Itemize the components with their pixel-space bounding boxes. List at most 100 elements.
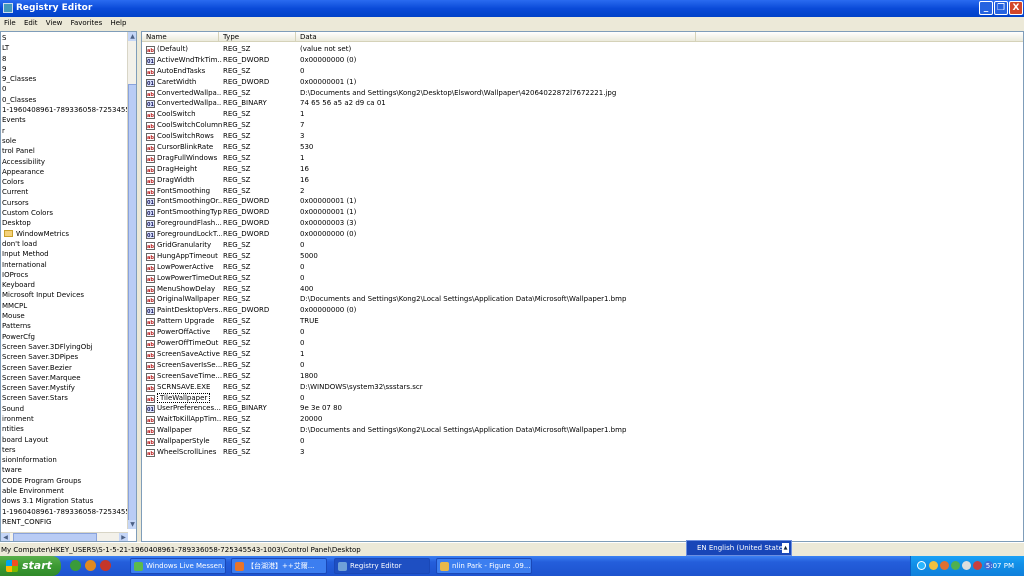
tray-app-icon[interactable] [940,561,949,570]
table-row[interactable]: ab WallpaperStyle REG_SZ 0 [142,436,1023,447]
table-row[interactable]: 01 ActiveWndTrkTim... REG_DWORD 0x00000000 … [142,55,1023,66]
tree-item[interactable]: ters [1,445,128,455]
tree-item[interactable]: RENT_CONFIG [1,517,128,527]
tree-item[interactable]: sionInformation [1,455,128,465]
tree-item[interactable]: Sound [1,404,128,414]
language-bar[interactable]: EN English (United States) ▲ [686,540,792,556]
menu-favorites[interactable]: Favorites [68,17,106,29]
tree-item[interactable]: LT [1,43,128,53]
tree-item[interactable]: CODE Program Groups [1,476,128,486]
tree-horizontal-scrollbar[interactable]: ◀ ▶ [1,532,128,541]
tree-item[interactable]: tware [1,465,128,475]
tree-item[interactable]: ironment [1,414,128,424]
table-row[interactable]: ab LowPowerActive REG_SZ 0 [142,262,1023,273]
scroll-down-icon[interactable]: ▼ [128,520,136,529]
table-row[interactable]: ab HungAppTimeout REG_SZ 5000 [142,251,1023,262]
menu-file[interactable]: File [1,17,19,29]
table-row[interactable]: ab GridGranularity REG_SZ 0 [142,240,1023,251]
table-row[interactable]: ab MenuShowDelay REG_SZ 400 [142,284,1023,295]
tree-item[interactable]: 1-1960408961-789336058-725345543-1 [1,507,128,517]
table-row[interactable]: ab ConvertedWallpa... REG_SZ D:\Documents a… [142,88,1023,99]
tree-item[interactable]: S [1,33,128,43]
scroll-left-icon[interactable]: ◀ [1,533,10,541]
tree-item[interactable]: Screen Saver.Bezier [1,363,128,373]
tree-item[interactable]: able Environment [1,486,128,496]
quicklaunch-media-icon[interactable] [100,560,111,571]
table-row[interactable]: ab CoolSwitchColumns REG_SZ 7 [142,120,1023,131]
title-bar[interactable]: Registry Editor _ ❐ X [0,0,1024,17]
quicklaunch-messenger-icon[interactable] [85,560,96,571]
tree-item[interactable]: board Layout [1,435,128,445]
table-row[interactable]: ab ScreenSaveTime... REG_SZ 1800 [142,371,1023,382]
table-row[interactable]: 01 UserPreferences... REG_BINARY 9e 3e 07 8… [142,403,1023,414]
taskbar-button-browser[interactable]: 【台湖港】++艾爾... [231,558,327,574]
table-row[interactable]: ab SCRNSAVE.EXE REG_SZ D:\WINDOWS\system32\… [142,382,1023,393]
tree-item[interactable]: Mouse [1,311,128,321]
table-row[interactable]: 01 PaintDesktopVers... REG_DWORD 0x00000000… [142,305,1023,316]
table-row[interactable]: ab PowerOffActive REG_SZ 0 [142,327,1023,338]
table-row[interactable]: ab ScreenSaveActive REG_SZ 1 [142,349,1023,360]
tree-item[interactable]: International [1,260,128,270]
menu-edit[interactable]: Edit [21,17,41,29]
column-header-name[interactable]: Name [142,32,219,42]
maximize-button[interactable]: ❐ [994,1,1008,15]
tree-item[interactable]: dows 3.1 Migration Status [1,496,128,506]
column-header-data[interactable]: Data [296,32,696,42]
table-row[interactable]: ab DragWidth REG_SZ 16 [142,175,1023,186]
volume-icon[interactable] [962,561,971,570]
table-row[interactable]: 01 FontSmoothingType REG_DWORD 0x00000001 (… [142,207,1023,218]
table-row[interactable]: ab Wallpaper REG_SZ D:\Documents and Settin… [142,425,1023,436]
tree-item[interactable]: ntities [1,424,128,434]
tree-item[interactable]: sole [1,136,128,146]
table-row[interactable]: ab PowerOffTimeOut REG_SZ 0 [142,338,1023,349]
tree-item[interactable]: r [1,126,128,136]
table-row[interactable]: ab CursorBlinkRate REG_SZ 530 [142,142,1023,153]
tree-item[interactable]: IOProcs [1,270,128,280]
column-header-type[interactable]: Type [219,32,296,42]
tree-item[interactable]: 0 [1,84,128,94]
tree-item[interactable]: Cursors [1,198,128,208]
table-row[interactable]: ab LowPowerTimeOut REG_SZ 0 [142,273,1023,284]
table-row[interactable]: 01 ConvertedWallpa... REG_BINARY 74 65 56 a… [142,98,1023,109]
tree-item[interactable]: Keyboard [1,280,128,290]
tree-hscroll-thumb[interactable] [13,533,97,541]
taskbar-button-registry-editor[interactable]: Registry Editor [334,558,430,574]
table-row[interactable]: ab TileWallpaper REG_SZ 0 [142,392,1023,404]
tree-item[interactable]: Screen Saver.Mystify [1,383,128,393]
start-button[interactable]: start [0,556,61,576]
table-row[interactable]: 01 FontSmoothingOr... REG_DWORD 0x00000001 … [142,196,1023,207]
table-row[interactable]: ab CoolSwitchRows REG_SZ 3 [142,131,1023,142]
table-row[interactable]: ab AutoEndTasks REG_SZ 0 [142,66,1023,77]
table-row[interactable]: ab CoolSwitch REG_SZ 1 [142,109,1023,120]
scroll-up-icon[interactable]: ▲ [128,32,136,41]
tree-item[interactable]: Custom Colors [1,208,128,218]
table-row[interactable]: ab DragHeight REG_SZ 16 [142,164,1023,175]
tree-item[interactable]: PowerCfg [1,332,128,342]
table-row[interactable]: 01 ForegroundLockT... REG_DWORD 0x00000000 … [142,229,1023,240]
scroll-right-icon[interactable]: ▶ [119,533,128,541]
tree-item[interactable]: trol Panel [1,146,128,156]
table-row[interactable]: ab ScreenSaverIsSe... REG_SZ 0 [142,360,1023,371]
tree-item[interactable]: MMCPL [1,301,128,311]
tree-item[interactable]: Current [1,187,128,197]
tray-app-icon[interactable] [929,561,938,570]
tray-app-icon[interactable] [973,561,982,570]
tree-item[interactable]: Screen Saver.3DPipes [1,352,128,362]
language-options-icon[interactable]: ▲ [782,543,789,553]
menu-view[interactable]: View [43,17,66,29]
tray-app-icon[interactable] [951,561,960,570]
taskbar-button-figure[interactable]: nlin Park - Figure .09... [436,558,532,574]
table-row[interactable]: 01 CaretWidth REG_DWORD 0x00000001 (1) [142,77,1023,88]
taskbar-button-messenger[interactable]: Windows Live Messen... [130,558,226,574]
tree-vertical-scrollbar[interactable]: ▲ ▼ [127,32,136,529]
tree-item[interactable]: Screen Saver.Stars [1,393,128,403]
registry-tree[interactable]: S LT 8 9 9_Classes 0 0_Classes 1-1960408961-789… [0,31,137,542]
menu-help[interactable]: Help [107,17,129,29]
table-row[interactable]: ab (Default) REG_SZ (value not set) [142,44,1023,55]
table-row[interactable]: ab OriginalWallpaper REG_SZ D:\Documents an… [142,294,1023,305]
tree-scroll-thumb[interactable] [128,84,136,528]
tree-item[interactable]: Events [1,115,128,125]
registry-values-list[interactable]: Name Type Data ab (Default) REG_SZ (value n… [141,31,1024,542]
table-row[interactable]: ab DragFullWindows REG_SZ 1 [142,153,1023,164]
taskbar-clock[interactable]: 5:07 PM [986,556,1014,576]
